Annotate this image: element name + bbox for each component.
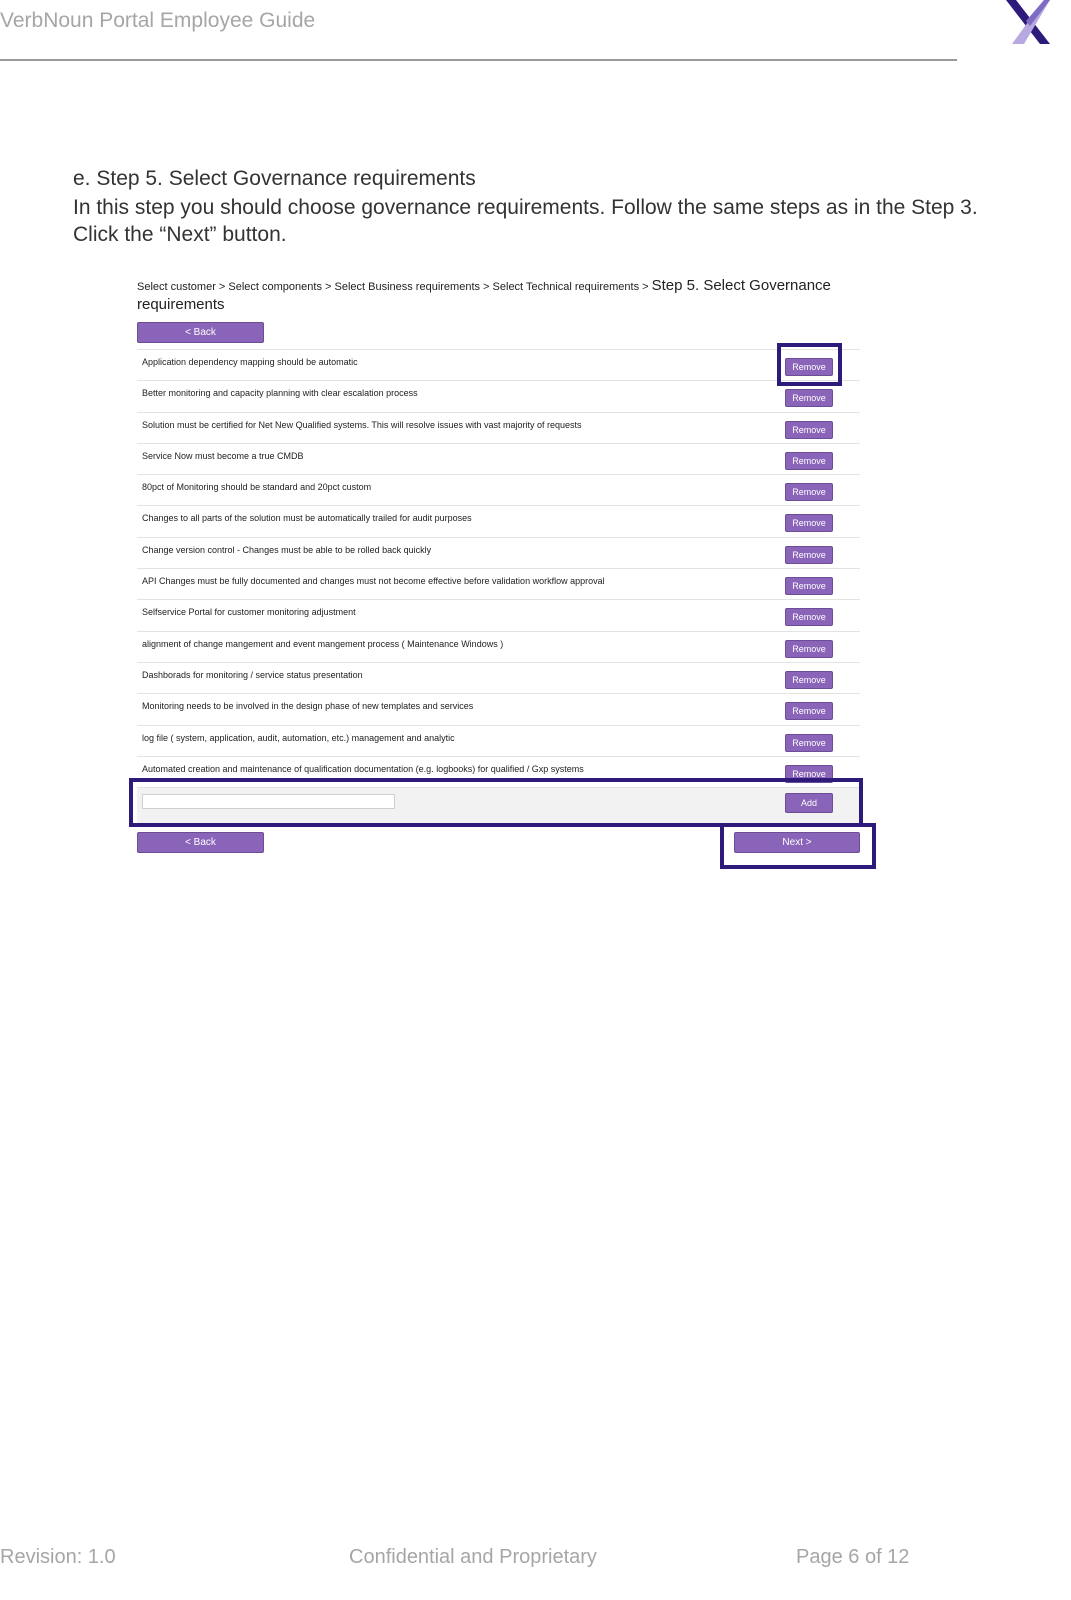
requirement-text: Selfservice Portal for customer monitori… — [142, 607, 356, 618]
remove-button[interactable]: Remove — [785, 451, 833, 470]
document-title: VerbNoun Portal Employee Guide — [0, 9, 316, 32]
requirement-text: Change version control - Changes must be… — [142, 544, 432, 555]
requirement-row: Service Now must become a true CMDB Remov… — [137, 442, 860, 474]
remove-button[interactable]: Remove — [785, 608, 833, 627]
requirement-row: Changes to all parts of the solution mus… — [137, 505, 860, 536]
section-body-line: Click the “Next” button. — [73, 223, 287, 246]
requirement-text: log file ( system, application, audit, a… — [142, 732, 455, 743]
remove-button[interactable]: Remove — [785, 545, 833, 564]
remove-button[interactable]: Remove — [785, 702, 833, 721]
remove-button[interactable]: Remove — [785, 514, 833, 533]
requirement-text: Better monitoring and capacity planning … — [142, 388, 418, 399]
footer-revision: Revision: 1.0 — [0, 1546, 116, 1568]
header-divider — [0, 59, 957, 61]
requirement-row: Solution must be certified for Net New Q… — [137, 411, 860, 443]
footer-page-number: Page 6 of 12 — [796, 1546, 910, 1568]
remove-button[interactable]: Remove — [785, 420, 833, 439]
remove-button[interactable]: Remove — [785, 577, 833, 596]
requirement-text: Application dependency mapping should be… — [142, 357, 358, 367]
requirement-row: alignment of change mangement and event … — [137, 630, 860, 662]
remove-button[interactable]: Remove — [785, 389, 833, 408]
requirement-text: Changes to all parts of the solution mus… — [142, 513, 472, 524]
remove-button[interactable]: Remove — [785, 483, 833, 502]
breadcrumb: Select customer > Select components > Se… — [137, 277, 831, 294]
x-logo-icon — [1006, 0, 1050, 44]
requirement-text: Dashborads for monitoring / service stat… — [142, 669, 363, 680]
requirement-row: Application dependency mapping should be… — [137, 349, 860, 380]
requirement-row: log file ( system, application, audit, a… — [137, 724, 860, 756]
section-title: e. Step 5. Select Governance requirement… — [73, 167, 476, 190]
requirement-row: 80pct of Monitoring should be standard a… — [137, 474, 860, 505]
requirement-text: Automated creation and maintenance of qu… — [142, 763, 584, 774]
breadcrumb-path: Select customer > Select components > Se… — [137, 281, 652, 293]
requirement-row: API Changes must be fully documented and… — [137, 568, 860, 599]
requirements-list: Application dependency mapping should be… — [137, 349, 860, 787]
requirement-text: Solution must be certified for Net New Q… — [142, 419, 582, 430]
section-body: In this step you should choose governanc… — [73, 194, 1013, 248]
requirement-text: 80pct of Monitoring should be standard a… — [142, 482, 372, 493]
requirement-text: alignment of change mangement and event … — [142, 638, 504, 649]
back-button[interactable]: < Back — [137, 832, 264, 853]
requirement-row: Selfservice Portal for customer monitori… — [137, 599, 860, 630]
footer-confidential: Confidential and Proprietary — [349, 1546, 597, 1568]
highlight-box — [777, 343, 842, 386]
requirement-row: Better monitoring and capacity planning … — [137, 380, 860, 411]
highlight-box — [129, 778, 863, 827]
requirement-row: Dashborads for monitoring / service stat… — [137, 661, 860, 693]
breadcrumb-current: Step 5. Select Governance — [651, 277, 831, 294]
breadcrumb-current-continued: requirements — [137, 296, 225, 313]
requirement-row: Change version control - Changes must be… — [137, 536, 860, 568]
remove-button[interactable]: Remove — [785, 733, 833, 752]
section-body-line: In this step you should choose governanc… — [73, 196, 978, 219]
requirement-row: Monitoring needs to be involved in the d… — [137, 693, 860, 724]
requirement-text: Service Now must become a true CMDB — [142, 450, 304, 461]
back-button[interactable]: < Back — [137, 322, 264, 343]
requirement-text: API Changes must be fully documented and… — [142, 576, 605, 587]
highlight-box — [720, 823, 876, 869]
remove-button[interactable]: Remove — [785, 639, 833, 658]
remove-button[interactable]: Remove — [785, 670, 833, 689]
embedded-screenshot: Select customer > Select components > Se… — [120, 265, 890, 885]
requirement-text: Monitoring needs to be involved in the d… — [142, 701, 474, 712]
